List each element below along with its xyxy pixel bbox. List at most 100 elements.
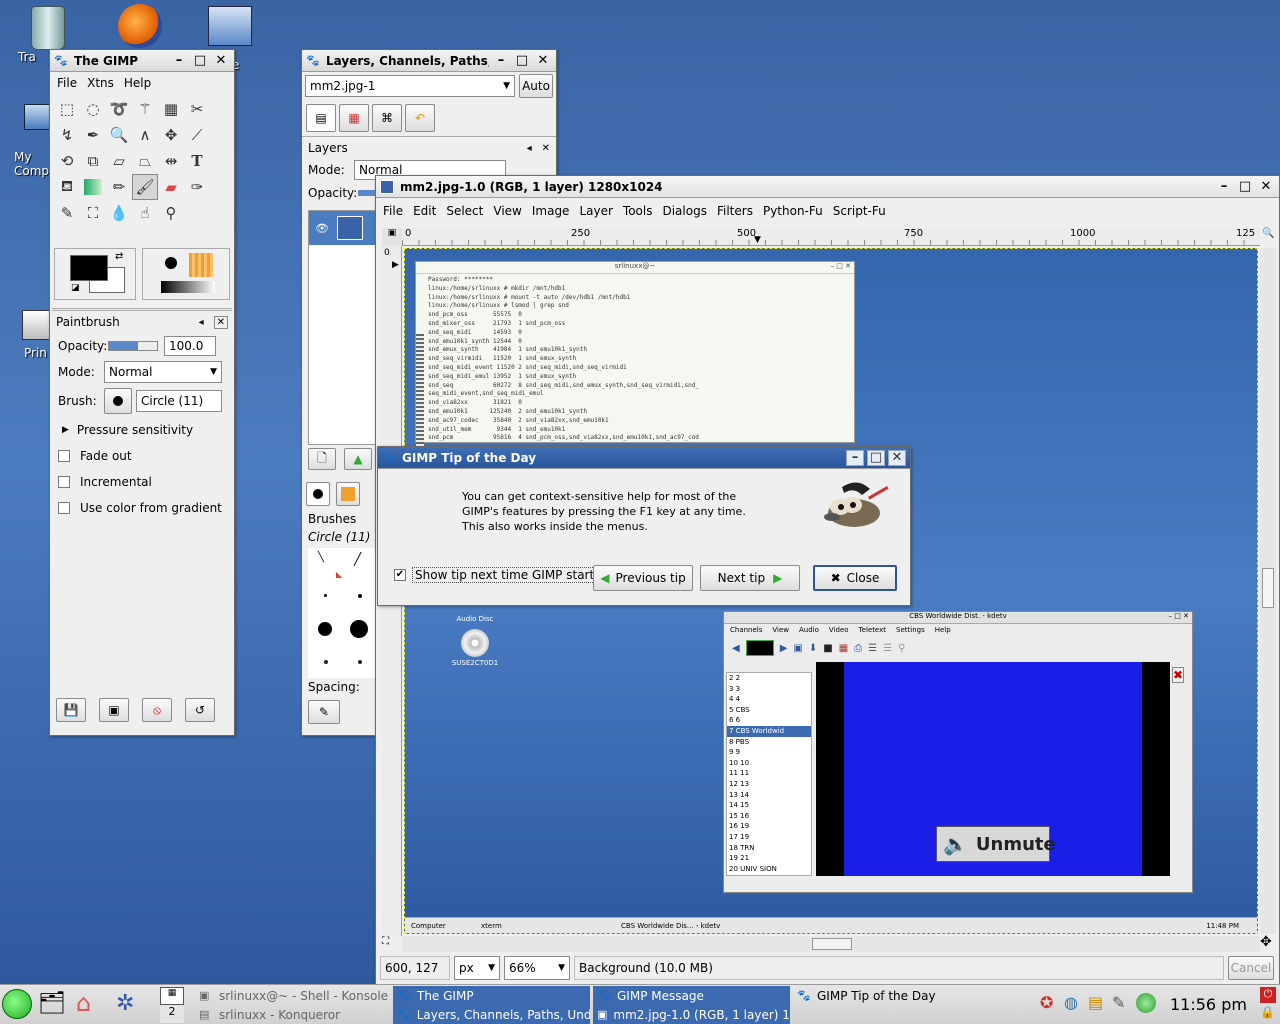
pattern-preview[interactable] (189, 253, 213, 277)
menu-filters[interactable]: Filters (717, 204, 753, 218)
task-konsole[interactable]: ▣ srlinuxx@~ - Shell - Konsole (195, 986, 390, 1005)
airbrush-icon[interactable]: ✑ (184, 174, 210, 200)
brush-pattern-gradient[interactable] (142, 248, 230, 300)
tray-update-icon[interactable] (1136, 993, 1156, 1013)
layers-titlebar[interactable]: 🐾 Layers, Channels, Paths, – □ ✕ (302, 50, 556, 72)
menu-file[interactable]: File (57, 76, 77, 90)
kde-menu-icon[interactable] (2, 989, 32, 1019)
home-icon[interactable]: ⌂ (76, 989, 91, 1017)
toolbox-titlebar[interactable]: 🐾 The GIMP – □ ✕ (50, 50, 234, 72)
horizontal-scrollbar[interactable] (402, 936, 1260, 952)
minimize-icon[interactable]: – (846, 449, 864, 466)
task-tip[interactable]: 🐾 GIMP Tip of the Day (793, 986, 990, 1005)
brush-item[interactable] (318, 622, 332, 636)
menu-python-fu[interactable]: Python-Fu (763, 204, 823, 218)
task-image[interactable]: ▣ mm2.jpg-1.0 (RGB, 1 layer) 1280 (593, 1005, 790, 1024)
ellipse-select-icon[interactable]: ◌ (80, 96, 106, 122)
edit-brush-button[interactable]: ✎ (308, 700, 340, 724)
tab-menu-icon[interactable]: ◂ (199, 317, 204, 328)
maximize-icon[interactable]: □ (191, 53, 209, 69)
delete-options-button[interactable]: ⦸ (142, 698, 172, 722)
fg-bg-colors[interactable]: ⇄ ◪ (54, 248, 136, 300)
minimize-icon[interactable]: – (170, 53, 188, 69)
lock-icon[interactable]: 🔒 (1260, 1005, 1275, 1019)
task-gimp-message[interactable]: 🐾 GIMP Message (593, 986, 790, 1005)
blur-icon[interactable]: 💧 (106, 200, 132, 226)
tip-titlebar[interactable]: 🐾 GIMP Tip of the Day – □ ✕ (378, 447, 910, 469)
brush-item[interactable] (350, 620, 368, 638)
new-layer-button[interactable]: 🗋 (308, 448, 336, 470)
pencil-icon[interactable]: ✏ (106, 174, 132, 200)
close-icon[interactable]: ✕ (534, 53, 552, 69)
maximize-icon[interactable]: □ (513, 53, 531, 69)
file-manager-icon[interactable]: 🗂 (38, 991, 66, 1016)
cancel-button[interactable]: Cancel (1228, 956, 1274, 980)
brush-item[interactable]: ╲ (318, 552, 324, 563)
gradient-preview[interactable] (161, 281, 215, 293)
menu-help[interactable]: Help (124, 76, 151, 90)
color-picker-icon[interactable]: ✒ (80, 122, 106, 148)
close-icon[interactable]: ✕ (888, 449, 906, 466)
brush-item[interactable] (324, 660, 328, 664)
menu-script-fu[interactable]: Script-Fu (833, 204, 886, 218)
next-tip-button[interactable]: Next tip ▶ (700, 565, 800, 591)
maximize-icon[interactable]: □ (867, 449, 885, 466)
restore-options-button[interactable]: ▣ (99, 698, 129, 722)
default-colors-icon[interactable]: ◪ (71, 283, 80, 293)
brush-item[interactable] (324, 594, 327, 597)
brush-item[interactable] (358, 594, 362, 598)
text-icon[interactable]: T (184, 148, 210, 174)
horizontal-ruler[interactable]: 0 250 500 750 1000 125 ▼ (402, 228, 1260, 246)
brush-item[interactable]: ╱ (354, 552, 361, 566)
opacity-slider[interactable] (108, 341, 158, 351)
crop-icon[interactable]: ⟋ (184, 122, 210, 148)
close-dock-icon[interactable]: ✕ (542, 143, 550, 154)
menu-layer[interactable]: Layer (579, 204, 612, 218)
pager-number[interactable]: 2 (160, 1005, 184, 1023)
opacity-value[interactable]: 100.0 (164, 336, 216, 356)
task-konqueror[interactable]: ▤ srlinuxx - Konqueror (195, 1005, 390, 1024)
close-button[interactable]: ✖ Close (813, 565, 897, 591)
nav-icon[interactable]: ⛶ (382, 936, 402, 952)
smudge-icon[interactable]: ☝ (132, 200, 158, 226)
tray-klipper-icon[interactable]: ▤ (1088, 993, 1103, 1012)
navigate-icon[interactable]: ✥ (1260, 934, 1272, 950)
dodge-burn-icon[interactable]: ⚲ (158, 200, 184, 226)
minimize-icon[interactable]: – (492, 53, 510, 69)
minimize-icon[interactable]: – (1215, 179, 1233, 195)
tab-menu-icon[interactable]: ◂ (527, 143, 532, 154)
fuzzy-select-icon[interactable]: ⚚ (132, 96, 158, 122)
menu-xtns[interactable]: Xtns (87, 76, 114, 90)
menu-select[interactable]: Select (446, 204, 483, 218)
tab-undo[interactable]: ↶ (405, 104, 435, 132)
eye-icon[interactable]: 👁 (315, 222, 329, 235)
move-icon[interactable]: ✥ (158, 122, 184, 148)
brush-item[interactable]: ◣ (336, 570, 342, 579)
previous-tip-button[interactable]: ◀ Previous tip (593, 565, 693, 591)
tray-network-icon[interactable]: ◍ (1064, 993, 1078, 1012)
clone-icon[interactable]: ⛶ (80, 200, 106, 226)
scroll-thumb[interactable] (812, 938, 852, 950)
gradient-checkbox[interactable] (58, 502, 70, 514)
reset-options-button[interactable]: ↺ (185, 698, 215, 722)
menu-image[interactable]: Image (532, 204, 570, 218)
power-icon[interactable]: ⏻ (1260, 987, 1276, 1003)
rect-select-icon[interactable]: ⬚ (54, 96, 80, 122)
tab-layers[interactable]: ▤ (306, 104, 336, 132)
fg-color-swatch[interactable] (70, 255, 108, 281)
image-select[interactable]: mm2.jpg-1 ▼ (305, 75, 515, 97)
zoom-icon[interactable]: 🔍 (106, 122, 132, 148)
zoom-toggle-icon[interactable]: 🔍 (1262, 228, 1276, 246)
shear-icon[interactable]: ▱ (106, 148, 132, 174)
maximize-icon[interactable]: □ (1236, 179, 1254, 195)
brush-button[interactable] (104, 388, 132, 414)
vertical-scrollbar[interactable] (1260, 248, 1276, 934)
desktop-icon-firefox[interactable] (110, 4, 170, 48)
brush-item[interactable] (358, 660, 362, 664)
raise-layer-button[interactable]: ▲ (344, 448, 372, 470)
zoom-select[interactable]: 66% ▼ (504, 956, 570, 980)
save-options-button[interactable]: 💾 (56, 698, 86, 722)
blend-icon[interactable] (84, 179, 102, 195)
close-icon[interactable]: ✕ (212, 53, 230, 69)
menu-edit[interactable]: Edit (413, 204, 436, 218)
